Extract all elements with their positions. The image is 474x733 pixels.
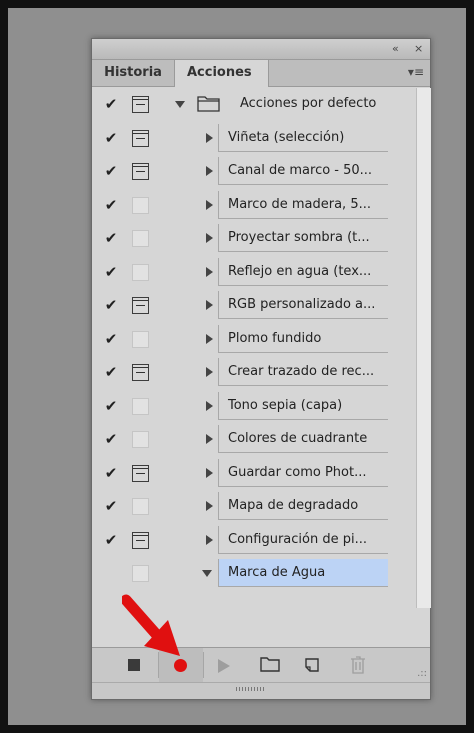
toggle-dialog-icon[interactable] <box>132 96 149 113</box>
action-row[interactable]: ✔ Crear trazado de rec... <box>92 356 416 389</box>
expanded-chevron-icon[interactable] <box>175 101 185 108</box>
close-icon[interactable]: × <box>414 42 423 56</box>
action-row[interactable]: ✔ Mapa de degradado <box>92 490 416 523</box>
action-row[interactable]: ✔ Proyectar sombra (t... <box>92 222 416 255</box>
collapsed-chevron-icon[interactable] <box>206 233 213 243</box>
action-row[interactable]: ✔ Plomo fundido <box>92 323 416 356</box>
action-label: Proyectar sombra (t... <box>218 224 388 252</box>
toggle-item-checkbox[interactable]: ✔ <box>102 397 120 415</box>
action-label: Crear trazado de rec... <box>218 358 388 386</box>
action-label: Guardar como Phot... <box>218 458 388 487</box>
tab-acciones[interactable]: Acciones <box>174 60 269 87</box>
action-row[interactable]: ✔ Tono sepia (capa) <box>92 390 416 423</box>
play-icon <box>218 659 230 673</box>
toggle-item-checkbox[interactable]: ✔ <box>102 196 120 214</box>
collapsed-chevron-icon[interactable] <box>206 132 213 143</box>
toggle-dialog-icon[interactable] <box>132 297 149 314</box>
collapsed-chevron-icon[interactable] <box>206 467 213 478</box>
action-label: Mapa de degradado <box>218 492 388 520</box>
actions-list: ✔ Acciones por defecto ✔ Viñeta (selección)… <box>92 88 430 608</box>
toggle-dialog-icon[interactable] <box>132 263 149 281</box>
action-set-row[interactable]: ✔ Acciones por defecto <box>92 88 416 121</box>
action-row[interactable]: ✔ Viñeta (selección) <box>92 122 416 155</box>
trash-icon <box>351 656 365 674</box>
toggle-dialog-icon[interactable] <box>132 565 149 582</box>
toggle-dialog-icon[interactable] <box>132 163 149 180</box>
action-row[interactable]: ✔ Reflejo en agua (tex... <box>92 256 416 289</box>
toggle-item-checkbox[interactable]: ✔ <box>102 296 120 314</box>
toggle-dialog-icon[interactable] <box>132 531 149 549</box>
action-label: RGB personalizado a... <box>218 291 388 319</box>
action-row[interactable]: ✔ Marco de madera, 5... <box>92 189 416 222</box>
panel-resize-handle[interactable] <box>92 682 430 699</box>
action-row[interactable]: ✔ Guardar como Phot... <box>92 457 416 490</box>
annotation-arrow-icon <box>122 594 180 656</box>
toggle-dialog-icon[interactable] <box>132 230 149 247</box>
toggle-item-checkbox[interactable]: ✔ <box>102 330 120 348</box>
tab-bar: Historia Acciones ▾≡ <box>92 60 430 87</box>
collapse-icon[interactable]: « <box>392 42 399 56</box>
action-row[interactable]: ✔ Canal de marco - 50... <box>92 155 416 188</box>
play-button[interactable] <box>204 648 248 682</box>
action-row[interactable]: ✔ Colores de cuadrante <box>92 423 416 456</box>
collapsed-chevron-icon[interactable] <box>206 400 213 411</box>
toggle-item-checkbox[interactable]: ✔ <box>102 263 120 281</box>
action-label: Canal de marco - 50... <box>218 157 388 185</box>
collapsed-chevron-icon[interactable] <box>206 166 213 176</box>
resize-grip-icon[interactable]: .:: <box>417 668 427 679</box>
collapsed-chevron-icon[interactable] <box>206 367 213 377</box>
folder-icon <box>260 657 280 672</box>
panel-titlebar: « × <box>92 39 430 60</box>
action-label: Viñeta (selección) <box>218 123 388 152</box>
action-label: Marca de Agua <box>218 559 388 587</box>
toggle-dialog-icon[interactable] <box>132 196 149 214</box>
action-row[interactable]: ✔ Configuración de pi... <box>92 524 416 557</box>
toggle-item-checkbox[interactable]: ✔ <box>102 464 120 482</box>
collapsed-chevron-icon[interactable] <box>206 534 213 545</box>
toggle-item-checkbox[interactable]: ✔ <box>102 497 120 515</box>
action-label: Plomo fundido <box>218 324 388 353</box>
toggle-dialog-icon[interactable] <box>132 431 149 448</box>
toggle-item-checkbox[interactable]: ✔ <box>102 363 120 381</box>
collapsed-chevron-icon[interactable] <box>206 501 213 511</box>
new-action-button[interactable] <box>292 648 336 682</box>
toggle-item-checkbox[interactable]: ✔ <box>102 129 120 147</box>
action-label: Acciones por defecto <box>240 96 377 111</box>
collapsed-chevron-icon[interactable] <box>206 266 213 277</box>
new-set-button[interactable] <box>248 648 292 682</box>
tab-historia[interactable]: Historia <box>92 60 174 86</box>
panel-menu-icon[interactable]: ▾≡ <box>408 65 424 79</box>
expanded-chevron-icon[interactable] <box>202 570 212 577</box>
toggle-item-checkbox[interactable]: ✔ <box>102 229 120 247</box>
toggle-item-checkbox[interactable] <box>102 564 120 582</box>
collapsed-chevron-icon[interactable] <box>206 333 213 344</box>
action-label: Colores de cuadrante <box>218 425 388 453</box>
toggle-item-checkbox[interactable]: ✔ <box>102 430 120 448</box>
action-row[interactable]: ✔ RGB personalizado a... <box>92 289 416 322</box>
toggle-dialog-icon[interactable] <box>132 364 149 381</box>
collapsed-chevron-icon[interactable] <box>206 199 213 210</box>
toggle-dialog-icon[interactable] <box>132 129 149 147</box>
scrollbar[interactable] <box>416 88 431 608</box>
toggle-dialog-icon[interactable] <box>132 330 149 348</box>
action-label: Reflejo en agua (tex... <box>218 257 388 286</box>
toggle-dialog-icon[interactable] <box>132 397 149 415</box>
folder-icon <box>197 96 220 112</box>
action-row[interactable]: Marca de Agua <box>92 557 416 590</box>
delete-button[interactable] <box>336 648 380 682</box>
collapsed-chevron-icon[interactable] <box>206 434 213 444</box>
action-label: Tono sepia (capa) <box>218 391 388 420</box>
toggle-item-checkbox[interactable]: ✔ <box>102 95 120 113</box>
action-label: Configuración de pi... <box>218 525 388 554</box>
new-page-icon <box>305 658 319 672</box>
screenshot-frame: « × Historia Acciones ▾≡ ✔ Acciones por d… <box>8 8 466 725</box>
action-label: Marco de madera, 5... <box>218 190 388 219</box>
toggle-item-checkbox[interactable]: ✔ <box>102 162 120 180</box>
toggle-item-checkbox[interactable]: ✔ <box>102 531 120 549</box>
collapsed-chevron-icon[interactable] <box>206 300 213 310</box>
toggle-dialog-icon[interactable] <box>132 464 149 482</box>
grip-dots-icon <box>236 687 266 691</box>
toggle-dialog-icon[interactable] <box>132 498 149 515</box>
